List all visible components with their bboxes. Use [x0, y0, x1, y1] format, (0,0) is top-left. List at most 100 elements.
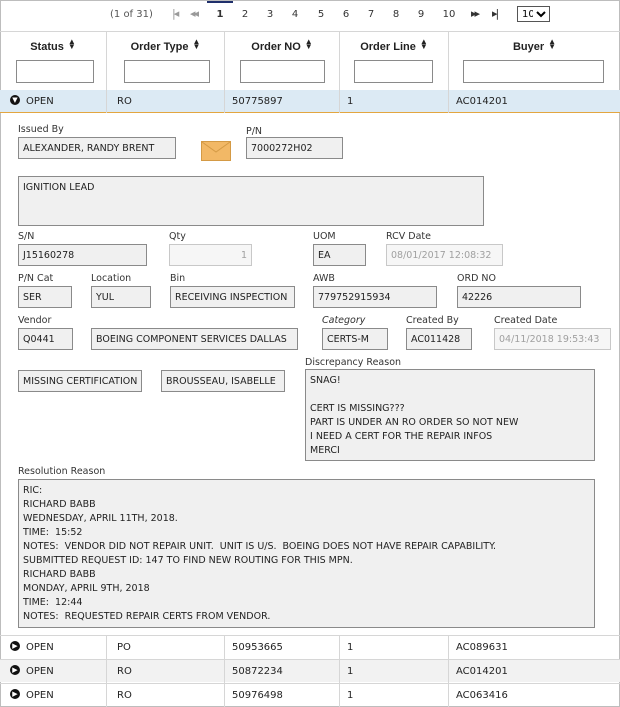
pn-cat-field[interactable]: SER: [18, 286, 72, 308]
page-link[interactable]: 8: [387, 9, 405, 20]
description-field[interactable]: IGNITION LEAD: [18, 176, 484, 226]
buyer-cell: AC089631: [456, 642, 508, 653]
status-cell: ▼ OPEN: [0, 90, 107, 113]
order-type-cell: PO: [107, 636, 225, 659]
discrepancy-line: CERT IS MISSING???: [310, 403, 405, 414]
discrepancy-reason-field[interactable]: SNAG! CERT IS MISSING??? PART IS UNDER A…: [305, 369, 595, 461]
order-type-filter-input[interactable]: [124, 60, 210, 83]
order-line-cell: 1: [340, 636, 449, 659]
page-link[interactable]: 10: [440, 9, 458, 20]
resolution-line: TIME: 12:44: [23, 597, 83, 608]
buyer-filter-input[interactable]: [463, 60, 604, 83]
missing-certification-field[interactable]: MISSING CERTIFICATION: [18, 370, 142, 392]
first-page-button[interactable]: |◂: [172, 7, 179, 20]
column-title: Order Type: [130, 41, 189, 53]
uom-label: UOM: [313, 231, 336, 242]
table-row-expanded[interactable]: ▼ OPEN RO 50775897 1 AC014201: [0, 90, 620, 113]
page-link[interactable]: 4: [286, 9, 304, 20]
envelope-icon[interactable]: [201, 141, 231, 161]
chevron-down-circle-icon[interactable]: ▼: [10, 95, 20, 105]
ord-no-field[interactable]: 42226: [457, 286, 581, 308]
description-text: IGNITION LEAD: [23, 182, 95, 193]
page-link[interactable]: 1: [207, 1, 233, 20]
status-cell: ▶ OPEN: [0, 660, 107, 683]
status-value: OPEN: [26, 690, 54, 701]
column-order-no: Order NO ▲ ▼: [225, 32, 340, 90]
buyer-cell: AC063416: [456, 690, 508, 701]
vendor-code-field[interactable]: Q0441: [18, 328, 73, 350]
created-by-label: Created By: [406, 315, 459, 326]
sort-arrows-icon[interactable]: ▲ ▼: [68, 38, 76, 51]
qty-field[interactable]: 1: [169, 244, 252, 266]
bin-label: Bin: [170, 273, 186, 284]
discrepancy-line: [310, 388, 590, 402]
assignee-field[interactable]: BROUSSEAU, ISABELLE: [161, 370, 285, 392]
discrepancy-reason-label: Discrepancy Reason: [305, 357, 402, 368]
uom-field[interactable]: EA: [313, 244, 366, 266]
sort-arrows-icon[interactable]: ▲ ▼: [305, 38, 313, 51]
awb-field[interactable]: 779752915934: [313, 286, 437, 308]
created-by-field[interactable]: AC011428: [406, 328, 472, 350]
sort-arrows-icon[interactable]: ▲ ▼: [548, 38, 556, 51]
page-size-select[interactable]: 10: [517, 6, 550, 22]
order-no-cell: 50775897: [225, 90, 340, 113]
order-line-filter-input[interactable]: [354, 60, 433, 83]
status-value: OPEN: [26, 96, 54, 107]
order-no-cell: 50872234: [225, 660, 340, 683]
page-link[interactable]: 3: [261, 9, 279, 20]
vendor-name-field[interactable]: BOEING COMPONENT SERVICES DALLAS: [91, 328, 298, 350]
qty-label: Qty: [169, 231, 186, 242]
status-value: OPEN: [26, 642, 54, 653]
category-label: Category: [322, 315, 366, 326]
last-page-button[interactable]: ▸|: [492, 7, 499, 20]
table-row[interactable]: ▶ OPEN RO 50872234 1 AC014201: [0, 659, 620, 683]
sn-field[interactable]: J15160278: [18, 244, 147, 266]
page-link[interactable]: 6: [337, 9, 355, 20]
sort-arrows-icon[interactable]: ▲ ▼: [192, 38, 200, 51]
column-status: Status ▲ ▼: [0, 32, 107, 90]
order-type-cell: RO: [107, 90, 225, 113]
location-field[interactable]: YUL: [91, 286, 151, 308]
status-cell: ▶ OPEN: [0, 636, 107, 659]
discrepancy-line: MERCI: [310, 445, 340, 456]
buyer-cell: AC014201: [456, 666, 508, 677]
rcv-date-field[interactable]: 08/01/2017 12:08:32: [386, 244, 503, 266]
page-link[interactable]: 2: [236, 9, 254, 20]
table-row[interactable]: ▶ OPEN RO 50976498 1 AC063416: [0, 683, 620, 707]
column-order-line: Order Line ▲ ▼: [340, 32, 449, 90]
order-line-cell: 1: [340, 684, 449, 707]
pn-label: P/N: [246, 126, 263, 137]
chevron-right-circle-icon[interactable]: ▶: [10, 665, 20, 675]
page-link[interactable]: 7: [362, 9, 380, 20]
category-field[interactable]: CERTS-M: [322, 328, 388, 350]
prev-page-button[interactable]: ◂◂: [190, 7, 199, 20]
resolution-line: RICHARD BABB: [23, 499, 96, 510]
issued-by-label: Issued By: [18, 124, 64, 135]
order-no-filter-input[interactable]: [240, 60, 325, 83]
page-link[interactable]: 9: [412, 9, 430, 20]
bin-field[interactable]: RECEIVING INSPECTION: [170, 286, 295, 308]
issued-by-field[interactable]: ALEXANDER, RANDY BRENT: [18, 137, 176, 159]
order-no-cell: 50953665: [225, 636, 340, 659]
resolution-line: RICHARD BABB: [23, 569, 96, 580]
chevron-right-circle-icon[interactable]: ▶: [10, 689, 20, 699]
order-no-cell: 50976498: [225, 684, 340, 707]
column-buyer: Buyer ▲ ▼: [449, 32, 620, 90]
order-type-cell: RO: [107, 684, 225, 707]
rcv-date-label: RCV Date: [386, 231, 431, 242]
status-filter-input[interactable]: [16, 60, 94, 83]
order-type-cell: RO: [107, 660, 225, 683]
awb-label: AWB: [313, 273, 335, 284]
page-link[interactable]: 5: [312, 9, 330, 20]
chevron-right-circle-icon[interactable]: ▶: [10, 641, 20, 651]
next-page-button[interactable]: ▸▸: [471, 7, 480, 20]
pn-cat-label: P/N Cat: [18, 273, 54, 284]
table-row[interactable]: ▶ OPEN PO 50953665 1 AC089631: [0, 635, 620, 659]
pn-field[interactable]: 7000272H02: [246, 137, 343, 159]
column-title: Buyer: [512, 41, 545, 53]
resolution-line: SUBMITTED REQUEST ID: 147 TO FIND NEW RO…: [23, 555, 353, 566]
resolution-reason-field[interactable]: RIC: RICHARD BABB WEDNESDAY, APRIL 11TH,…: [18, 479, 595, 628]
resolution-line: MONDAY, APRIL 9TH, 2018: [23, 583, 150, 594]
sort-arrows-icon[interactable]: ▲ ▼: [420, 38, 428, 51]
created-date-field[interactable]: 04/11/2018 19:53:43: [494, 328, 611, 350]
